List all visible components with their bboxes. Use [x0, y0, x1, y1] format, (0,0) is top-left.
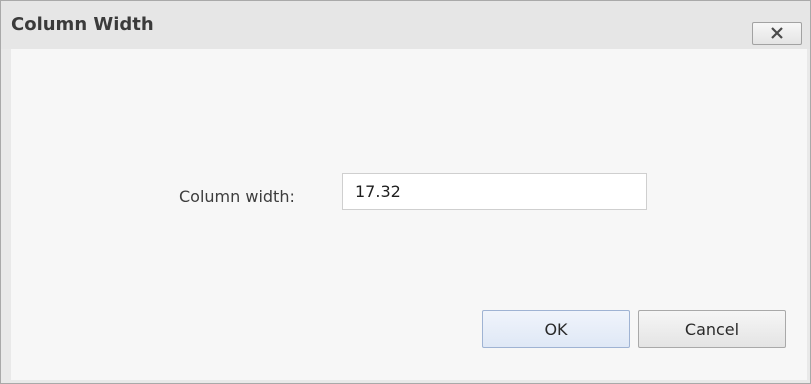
ok-button-label: OK	[544, 319, 568, 339]
close-button[interactable]	[752, 22, 802, 45]
cancel-button[interactable]: Cancel	[638, 310, 786, 348]
dialog-title: Column Width	[11, 14, 154, 35]
cancel-button-label: Cancel	[684, 319, 740, 339]
column-width-label: Column width:	[179, 187, 295, 206]
ok-button[interactable]: OK	[482, 310, 630, 348]
dialog-titlebar: Column Width	[1, 1, 810, 49]
column-width-input[interactable]	[342, 173, 647, 210]
column-width-dialog: Column Width Column width: OK Cancel	[0, 0, 811, 384]
close-icon	[770, 24, 784, 43]
dialog-content: Column width: OK Cancel	[11, 49, 807, 380]
